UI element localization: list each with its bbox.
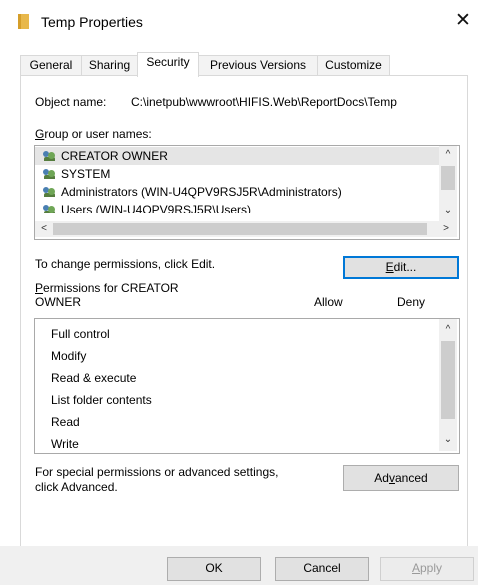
window-title: Temp Properties [41,14,143,30]
list-item: Read [51,415,80,429]
edit-button[interactable]: Edit... [343,256,459,279]
list-item: List folder contents [51,393,152,407]
permissions-vertical-scrollbar[interactable]: ^ ⌄ [439,319,457,451]
scroll-up-icon[interactable]: ^ [441,148,455,162]
scroll-down-icon[interactable]: ⌄ [441,433,455,447]
cancel-button[interactable]: Cancel [275,557,369,581]
list-item: Read & execute [51,371,137,385]
list-item[interactable]: CREATOR OWNER [43,149,168,163]
scroll-thumb[interactable] [53,223,427,235]
deny-column-header: Deny [397,295,426,309]
scroll-thumb[interactable] [441,166,455,190]
tab-general[interactable]: General [20,55,82,76]
apply-button[interactable]: Apply [380,557,474,581]
close-icon[interactable]: ✕ [452,10,474,32]
allow-column-header: Allow [314,295,343,309]
group-or-user-names-label: Group or user names: [35,127,152,141]
list-item[interactable]: SYSTEM [43,167,110,181]
object-name-value: C:\inetpub\wwwroot\HIFIS.Web\ReportDocs\… [131,95,397,109]
tab-customize[interactable]: Customize [317,55,390,76]
folder-icon [18,14,29,29]
users-group-icon [43,151,57,161]
scroll-thumb[interactable] [441,341,455,419]
change-permissions-text: To change permissions, click Edit. [35,257,216,271]
list-item[interactable]: Users (WIN-U4QPV9RSJ5R\Users) [43,203,251,213]
users-group-icon [43,169,57,179]
tab-sharing[interactable]: Sharing [81,55,138,76]
scroll-right-icon[interactable]: > [439,222,453,236]
scroll-down-icon[interactable]: ⌄ [441,204,455,218]
tab-previous-versions[interactable]: Previous Versions [198,55,318,76]
permissions-listbox[interactable]: Full control Modify Read & execute List … [34,318,460,454]
tab-security[interactable]: Security [137,52,199,77]
title-bar: Temp Properties ✕ [0,0,478,44]
list-item[interactable]: Administrators (WIN-U4QPV9RSJ5R\Administ… [43,185,342,199]
special-permissions-text-line1: For special permissions or advanced sett… [35,465,279,479]
list-item: Full control [51,327,110,341]
special-permissions-text-line2: click Advanced. [35,480,118,494]
users-vertical-scrollbar[interactable]: ^ ⌄ [439,146,457,221]
list-item: Modify [51,349,87,363]
permissions-for-label: Permissions for CREATOR [35,281,179,295]
list-item: Write [51,437,79,451]
advanced-button[interactable]: Advanced [343,465,459,491]
object-name-label: Object name: [35,95,107,109]
users-group-icon [43,187,57,197]
scroll-up-icon[interactable]: ^ [441,323,455,337]
permissions-for-label-line2: OWNER [35,295,81,309]
users-group-icon [43,205,57,213]
users-listbox[interactable]: CREATOR OWNER SYSTEM Administrators (WIN… [34,145,460,240]
users-horizontal-scrollbar[interactable]: < > [35,221,457,237]
ok-button[interactable]: OK [167,557,261,581]
scroll-left-icon[interactable]: < [37,222,51,236]
